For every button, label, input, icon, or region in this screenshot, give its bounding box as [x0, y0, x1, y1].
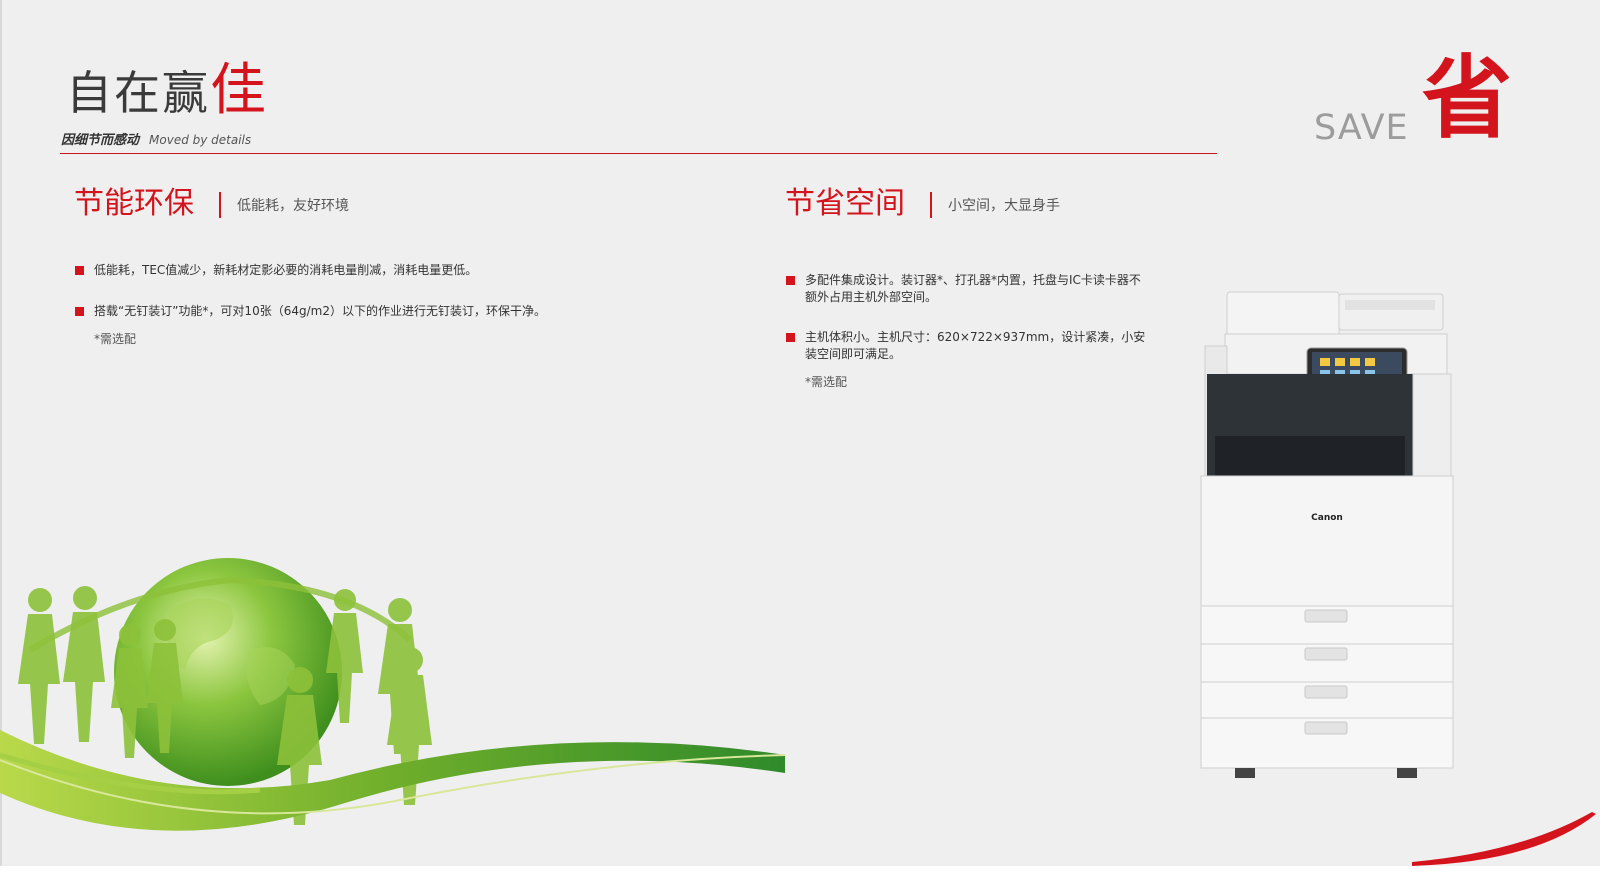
title-accent: 佳	[210, 58, 268, 123]
bullet-marker	[786, 333, 795, 342]
subtitle-en: Moved by details	[149, 133, 252, 147]
section-energy-title: 节能环保	[74, 186, 194, 221]
section-energy-note: *需选配	[94, 332, 137, 346]
section-energy-bullet-1: 低能耗，TEC值减少，新耗材定影必要的消耗电量削减，消耗电量更低。	[94, 263, 478, 277]
bottom-band	[0, 866, 1600, 888]
section-space-bullet-1: 多配件集成设计。装订器*、打孔器*内置，托盘与IC卡读卡器不额外占用主机外部空间…	[805, 273, 1141, 304]
page-subtitle: 因细节而感动 Moved by details	[61, 129, 251, 148]
header-divider	[60, 153, 1217, 154]
slide: 自在赢佳 因细节而感动 Moved by details SAVE 省 节能环保 …	[0, 0, 1600, 888]
bullet-marker	[786, 276, 795, 285]
printer-image: Canon	[1200, 291, 1454, 778]
title-main: 自在赢	[66, 66, 210, 120]
section-energy-separator	[219, 192, 221, 218]
corner-accent	[1412, 812, 1596, 866]
section-space-title: 节省空间	[785, 186, 905, 221]
subtitle-cn: 因细节而感动	[61, 133, 140, 148]
section-space-note: *需选配	[805, 375, 848, 389]
section-energy-bullet-2: 搭载“无钉装订”功能*，可对10张（64g/m2）以下的作业进行无钉装订，环保干…	[94, 304, 546, 318]
section-space-bullet-2: 主机体积小。主机尺寸：620×722×937mm，设计紧凑，小安装空间即可满足。	[805, 330, 1146, 361]
save-label: SAVE	[1314, 108, 1409, 148]
section-space-separator	[930, 192, 932, 218]
printer-brand: Canon	[1311, 513, 1343, 523]
bullet-marker	[75, 266, 84, 275]
section-energy-subtitle: 低能耗，友好环境	[237, 198, 349, 214]
save-char: 省	[1422, 45, 1512, 151]
page-title: 自在赢佳	[66, 62, 268, 122]
section-space-subtitle: 小空间，大显身手	[948, 198, 1060, 214]
green-globe-illustration	[0, 558, 786, 831]
bullet-marker	[75, 307, 84, 316]
